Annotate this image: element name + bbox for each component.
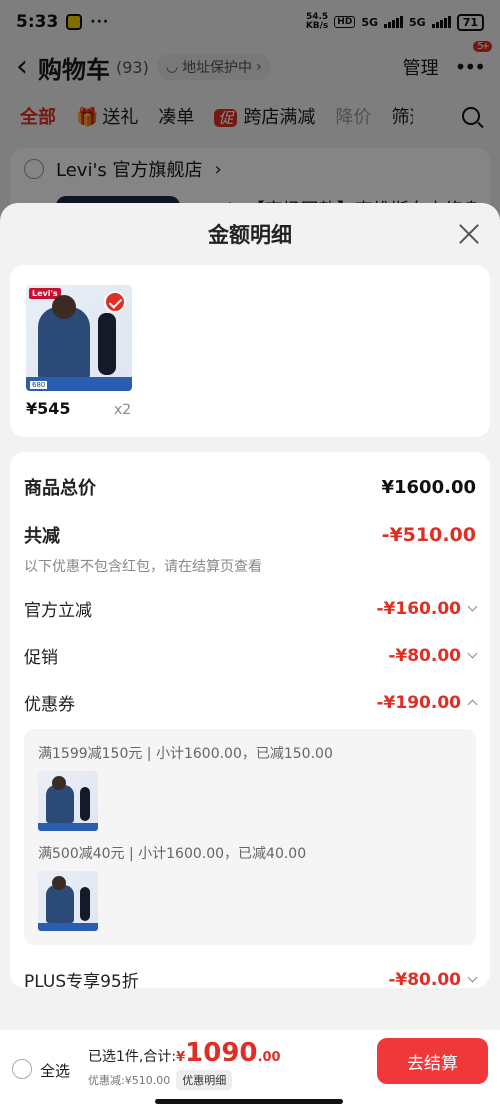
coupon-label: 优惠券 — [24, 695, 75, 715]
total-block: 已选1件,合计: ¥ 1090 .00 优惠减:¥510.00 优惠明细 — [88, 1038, 281, 1090]
product-thumbnail[interactable]: Levi's 680 — [26, 285, 132, 391]
discount-summary: 优惠减:¥510.00 — [88, 1074, 171, 1087]
amount-breakdown-card: 商品总价 ¥1600.00 共减 -¥510.00 以下优惠不包含红包，请在结算… — [10, 452, 490, 992]
total-label: 商品总价 — [24, 478, 96, 499]
coupon-value: -¥190.00 — [377, 693, 478, 713]
coupon-2-product-thumbnail — [38, 871, 98, 931]
chevron-up-icon — [467, 699, 478, 710]
row-official-discount[interactable]: 官方立减 -¥160.00 — [24, 596, 478, 621]
total-amount: 1090 — [185, 1038, 258, 1068]
close-icon[interactable] — [458, 223, 480, 245]
row-reduce: 共减 -¥510.00 — [24, 522, 476, 548]
official-discount-value: -¥160.00 — [377, 599, 478, 619]
total-amount-decimal: .00 — [257, 1050, 281, 1065]
thumb-price-tag: 680 — [30, 381, 48, 389]
product-quantity: x2 — [114, 402, 132, 418]
check-icon — [104, 291, 126, 313]
home-indicator[interactable] — [155, 1099, 343, 1104]
plus-label: PLUS专享95折 — [24, 972, 139, 992]
coupon-detail-box: 满1599减150元 | 小计1600.00，已减150.00 满500减40元… — [24, 729, 476, 945]
sheet-header: 金额明细 — [0, 203, 500, 265]
plus-value: -¥80.00 — [388, 970, 478, 990]
total-currency: ¥ — [176, 1050, 186, 1065]
checkout-button[interactable]: 去结算 — [377, 1038, 488, 1084]
row-promotion[interactable]: 促销 -¥80.00 — [24, 643, 478, 668]
discount-note: 以下优惠不包含红包，请在结算页查看 — [24, 559, 262, 575]
chevron-down-icon — [467, 648, 478, 659]
selected-count-text: 已选1件,合计: — [88, 1049, 177, 1065]
row-total: 商品总价 ¥1600.00 — [24, 474, 476, 500]
coupon-line-2: 满500减40元 | 小计1600.00，已减40.00 — [38, 846, 307, 862]
coupon-1-product-thumbnail — [38, 771, 98, 831]
amount-detail-sheet: 金额明细 Levi's 680 ¥545 x2 商品总价 ¥1600.00 共减… — [0, 203, 500, 1111]
select-all-label[interactable]: 全选 — [40, 1060, 70, 1081]
chevron-down-icon — [467, 601, 478, 612]
promotion-value: -¥80.00 — [388, 646, 478, 666]
reduce-value: -¥510.00 — [381, 524, 476, 546]
product-price: ¥545 — [26, 399, 71, 418]
product-card: Levi's 680 ¥545 x2 — [10, 265, 490, 437]
select-all-radio[interactable] — [12, 1059, 32, 1079]
row-plus[interactable]: PLUS专享95折 -¥80.00 — [24, 967, 478, 992]
discount-detail-button[interactable]: 优惠明细 — [176, 1070, 233, 1090]
coupon-line-1: 满1599减150元 | 小计1600.00，已减150.00 — [38, 746, 333, 762]
sheet-title: 金额明细 — [208, 223, 292, 247]
promotion-label: 促销 — [24, 648, 58, 668]
official-discount-label: 官方立减 — [24, 601, 92, 621]
reduce-label: 共减 — [24, 526, 60, 547]
total-value: ¥1600.00 — [381, 476, 476, 498]
chevron-down-icon — [467, 972, 478, 983]
row-coupon[interactable]: 优惠券 -¥190.00 — [24, 690, 478, 715]
